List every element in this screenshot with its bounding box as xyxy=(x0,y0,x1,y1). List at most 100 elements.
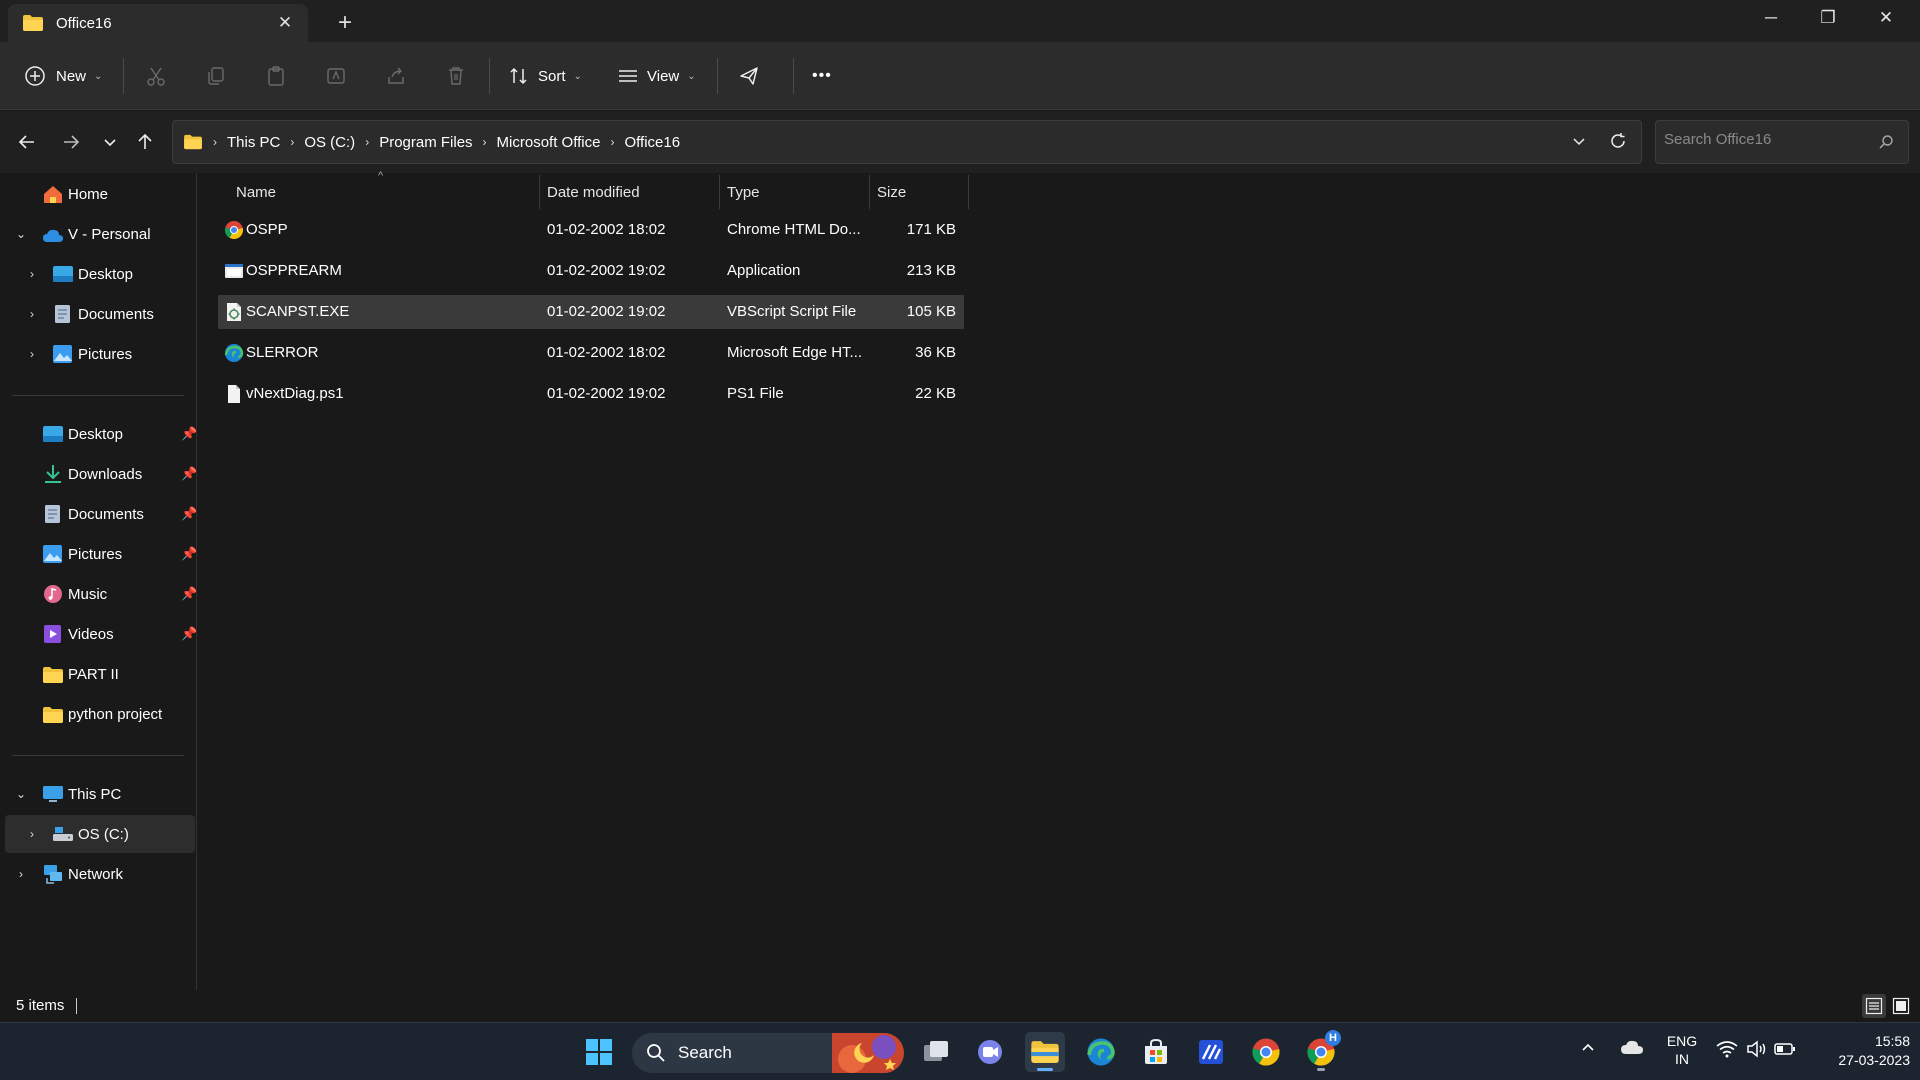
pin-icon[interactable]: 📌 xyxy=(181,626,197,642)
sidebar-item-onedrive-pictures[interactable]: › Pictures xyxy=(5,335,195,373)
sidebar-item-network[interactable]: › Network xyxy=(5,855,195,893)
sidebar-item-part-ii[interactable]: PART II xyxy=(5,655,195,693)
pin-icon[interactable]: 📌 xyxy=(181,546,197,562)
taskbar-search[interactable]: Search xyxy=(632,1033,904,1073)
paste-button[interactable] xyxy=(265,58,287,94)
language-indicator[interactable]: ENG IN xyxy=(1662,1032,1702,1068)
sidebar-item-this-pc[interactable]: ⌄ This PC xyxy=(5,775,195,813)
teams-chat-button[interactable] xyxy=(970,1032,1010,1072)
edge-taskbar-button[interactable] xyxy=(1081,1032,1121,1072)
new-tab-button[interactable]: + xyxy=(330,8,360,38)
chevron-right-icon[interactable]: › xyxy=(25,347,39,361)
sidebar-item-downloads[interactable]: Downloads 📌 xyxy=(5,455,197,493)
maximize-button[interactable]: ❐ xyxy=(1800,0,1856,36)
breadcrumb-separator[interactable]: › xyxy=(290,135,294,149)
breadcrumb-office16[interactable]: Office16 xyxy=(624,134,680,151)
sidebar-item-python-project[interactable]: python project xyxy=(5,695,195,733)
breadcrumb-separator[interactable]: › xyxy=(483,135,487,149)
breadcrumb-separator[interactable]: › xyxy=(610,135,614,149)
network-tray-button[interactable] xyxy=(1716,1040,1738,1061)
large-icons-view-button[interactable] xyxy=(1889,994,1913,1018)
forward-button[interactable] xyxy=(56,127,86,157)
app-taskbar-button[interactable] xyxy=(1191,1032,1231,1072)
chevron-right-icon[interactable]: › xyxy=(14,867,28,881)
sidebar-item-desktop[interactable]: Desktop 📌 xyxy=(5,415,197,453)
breadcrumb-program-files[interactable]: Program Files xyxy=(379,134,472,151)
delete-button[interactable] xyxy=(445,58,467,94)
tab-office16[interactable]: Office16 ✕ xyxy=(8,4,308,42)
sidebar-item-os-c[interactable]: › OS (C:) xyxy=(5,815,195,853)
file-row[interactable]: OSPPREARM 01-02-2002 19:02 Application 2… xyxy=(218,254,964,288)
rename-button[interactable] xyxy=(325,58,347,94)
pin-icon[interactable]: 📌 xyxy=(181,586,197,602)
sort-button[interactable]: Sort ⌄ xyxy=(508,58,582,94)
breadcrumb-this-pc[interactable]: This PC xyxy=(227,134,280,151)
column-divider[interactable] xyxy=(869,175,870,209)
sidebar-item-onedrive-documents[interactable]: › Documents xyxy=(5,295,195,333)
column-header-name[interactable]: Name xyxy=(236,173,536,211)
breadcrumb-microsoft-office[interactable]: Microsoft Office xyxy=(497,134,601,151)
chevron-right-icon[interactable]: › xyxy=(25,267,39,281)
column-divider[interactable] xyxy=(968,175,969,209)
onedrive-tray-button[interactable] xyxy=(1620,1039,1644,1058)
toolbar-divider xyxy=(123,58,124,94)
pin-icon[interactable]: 📌 xyxy=(181,466,197,482)
minimize-button[interactable]: ─ xyxy=(1743,0,1799,36)
search-box[interactable] xyxy=(1655,120,1909,164)
pin-icon[interactable]: 📌 xyxy=(181,506,197,522)
search-input[interactable] xyxy=(1664,131,1864,148)
back-button[interactable] xyxy=(12,127,42,157)
file-explorer-taskbar-button[interactable] xyxy=(1025,1032,1065,1072)
new-button[interactable]: New ⌄ xyxy=(24,58,102,94)
sidebar-item-music[interactable]: Music 📌 xyxy=(5,575,197,613)
column-header-date[interactable]: Date modified xyxy=(547,173,717,211)
close-window-button[interactable]: ✕ xyxy=(1858,0,1914,36)
chrome-profile-taskbar-button[interactable]: H xyxy=(1301,1030,1341,1072)
task-view-button[interactable] xyxy=(916,1032,956,1072)
address-history-button[interactable] xyxy=(1571,133,1587,153)
up-button[interactable] xyxy=(130,127,160,157)
sidebar-item-onedrive-desktop[interactable]: › Desktop xyxy=(5,255,195,293)
cut-button[interactable] xyxy=(145,58,167,94)
battery-tray-button[interactable] xyxy=(1774,1041,1796,1060)
start-button[interactable] xyxy=(579,1032,619,1072)
address-bar[interactable]: › This PC › OS (C:) › Program Files › Mi… xyxy=(172,120,1642,164)
sidebar-item-home[interactable]: Home xyxy=(5,175,195,213)
sidebar-item-onedrive[interactable]: ⌄ V - Personal xyxy=(5,215,195,253)
details-view-button[interactable] xyxy=(1862,994,1886,1018)
file-row[interactable]: OSPP 01-02-2002 18:02 Chrome HTML Do... … xyxy=(218,213,964,247)
close-tab-button[interactable]: ✕ xyxy=(272,10,298,36)
recent-locations-button[interactable] xyxy=(95,127,125,157)
refresh-button[interactable] xyxy=(1609,132,1627,154)
column-header-type[interactable]: Type xyxy=(727,173,867,211)
column-divider[interactable] xyxy=(719,175,720,209)
chevron-down-icon[interactable]: ⌄ xyxy=(14,227,28,241)
share-icon xyxy=(388,67,404,84)
sidebar-item-documents[interactable]: Documents 📌 xyxy=(5,495,197,533)
file-row[interactable]: vNextDiag.ps1 01-02-2002 19:02 PS1 File … xyxy=(218,377,964,411)
pin-icon[interactable]: 📌 xyxy=(181,426,197,442)
send-button[interactable] xyxy=(738,58,760,94)
chrome-taskbar-button[interactable] xyxy=(1246,1032,1286,1072)
sidebar-item-videos[interactable]: Videos 📌 xyxy=(5,615,197,653)
file-row[interactable]: SLERROR 01-02-2002 18:02 Microsoft Edge … xyxy=(218,336,964,370)
see-more-button[interactable]: ••• xyxy=(812,58,832,94)
volume-tray-button[interactable] xyxy=(1746,1040,1768,1061)
show-hidden-icons-button[interactable] xyxy=(1580,1039,1596,1058)
chevron-right-icon[interactable]: › xyxy=(25,827,39,841)
sidebar-item-pictures[interactable]: Pictures 📌 xyxy=(5,535,197,573)
breadcrumb-separator[interactable]: › xyxy=(365,135,369,149)
breadcrumb-os-c[interactable]: OS (C:) xyxy=(304,134,355,151)
file-row-selected[interactable]: SCANPST.EXE 01-02-2002 19:02 VBScript Sc… xyxy=(218,295,964,329)
breadcrumb-separator[interactable]: › xyxy=(213,135,217,149)
column-divider[interactable] xyxy=(539,175,540,209)
column-header-size[interactable]: Size xyxy=(877,173,967,211)
clock[interactable]: 15:58 27-03-2023 xyxy=(1812,1032,1910,1070)
chevron-down-icon[interactable]: ⌄ xyxy=(14,787,28,801)
chevron-right-icon[interactable]: › xyxy=(25,307,39,321)
generic-file-icon xyxy=(228,385,240,403)
view-button[interactable]: View ⌄ xyxy=(617,58,696,94)
store-taskbar-button[interactable] xyxy=(1136,1032,1176,1072)
copy-button[interactable] xyxy=(205,58,227,94)
share-button[interactable] xyxy=(385,58,407,94)
